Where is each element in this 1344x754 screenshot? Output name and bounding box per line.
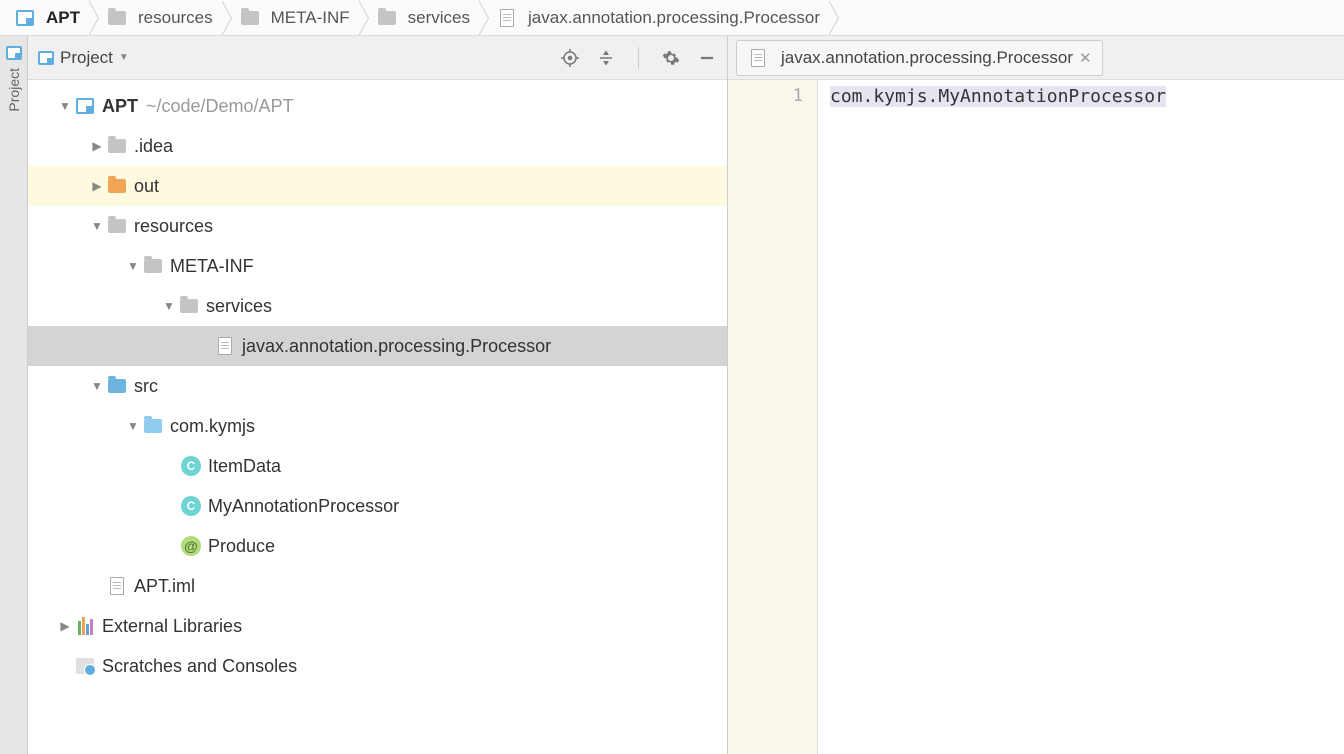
folder-icon [106, 135, 128, 157]
expand-arrow-icon[interactable]: ▼ [56, 99, 74, 113]
folder-icon [239, 7, 261, 29]
tree-label: Scratches and Consoles [102, 656, 297, 677]
expand-arrow-icon[interactable]: ▼ [160, 299, 178, 313]
package-icon [142, 415, 164, 437]
tree-item-class-processor[interactable]: C MyAnnotationProcessor [28, 486, 727, 526]
editor-body[interactable]: 1 com.kymjs.MyAnnotationProcessor [728, 80, 1344, 754]
tree-item-resources[interactable]: ▼ resources [28, 206, 727, 246]
tree-label: APT [102, 96, 138, 117]
collapse-all-icon[interactable] [596, 48, 616, 68]
divider [638, 47, 639, 69]
tree-label: APT.iml [134, 576, 195, 597]
breadcrumb-item[interactable]: resources [100, 0, 223, 35]
breadcrumb-label: APT [46, 8, 80, 28]
folder-icon [106, 175, 128, 197]
tree-label: javax.annotation.processing.Processor [242, 336, 551, 357]
editor-tab-label: javax.annotation.processing.Processor [781, 48, 1073, 68]
tree-label: resources [134, 216, 213, 237]
line-gutter: 1 [728, 80, 818, 754]
class-icon: C [180, 495, 202, 517]
tree-item-external-libs[interactable]: ▶ External Libraries [28, 606, 727, 646]
tree-label: com.kymjs [170, 416, 255, 437]
tree-label: META-INF [170, 256, 254, 277]
module-icon [14, 7, 36, 29]
tree-item-root[interactable]: ▼ APT ~/code/Demo/APT [28, 86, 727, 126]
module-icon [74, 95, 96, 117]
expand-arrow-icon[interactable]: ▼ [124, 419, 142, 433]
tree-item-annotation[interactable]: @ Produce [28, 526, 727, 566]
locate-icon[interactable] [560, 48, 580, 68]
code-content: com.kymjs.MyAnnotationProcessor [830, 86, 1166, 107]
breadcrumb-label: javax.annotation.processing.Processor [528, 8, 820, 28]
expand-arrow-icon[interactable]: ▼ [124, 259, 142, 273]
breadcrumb-label: resources [138, 8, 213, 28]
code-area[interactable]: com.kymjs.MyAnnotationProcessor [818, 80, 1344, 754]
line-number: 1 [728, 86, 803, 106]
scratches-icon [74, 655, 96, 677]
project-panel: Project ▼ ▼ [28, 36, 728, 754]
tree-item-scratches[interactable]: Scratches and Consoles [28, 646, 727, 686]
expand-arrow-icon[interactable]: ▶ [88, 139, 106, 153]
expand-arrow-icon[interactable]: ▼ [88, 219, 106, 233]
tree-label: Produce [208, 536, 275, 557]
tree-item-package[interactable]: ▼ com.kymjs [28, 406, 727, 446]
expand-arrow-icon[interactable]: ▶ [56, 619, 74, 633]
dropdown-icon[interactable]: ▼ [119, 52, 129, 63]
tree-item-class-itemdata[interactable]: C ItemData [28, 446, 727, 486]
file-icon [496, 7, 518, 29]
tree-item-metainf[interactable]: ▼ META-INF [28, 246, 727, 286]
tree-item-services[interactable]: ▼ services [28, 286, 727, 326]
folder-icon [106, 375, 128, 397]
folder-icon [142, 255, 164, 277]
tree-label: .idea [134, 136, 173, 157]
close-icon[interactable]: ✕ [1079, 49, 1092, 67]
project-badge-icon [38, 51, 54, 65]
folder-icon [376, 7, 398, 29]
folder-icon [178, 295, 200, 317]
annotation-icon: @ [180, 535, 202, 557]
breadcrumb-item[interactable]: META-INF [233, 0, 360, 35]
editor-tab[interactable]: javax.annotation.processing.Processor ✕ [736, 40, 1103, 76]
file-icon [214, 335, 236, 357]
tree-path: ~/code/Demo/APT [146, 96, 294, 117]
breadcrumb-item[interactable]: APT [8, 0, 90, 35]
breadcrumb-label: META-INF [271, 8, 350, 28]
file-icon [747, 47, 769, 69]
tree-item-processor-file[interactable]: javax.annotation.processing.Processor [28, 326, 727, 366]
tree-item-idea[interactable]: ▶ .idea [28, 126, 727, 166]
expand-arrow-icon[interactable]: ▼ [88, 379, 106, 393]
panel-title: Project [60, 48, 113, 68]
tool-window-stripe[interactable]: Project [0, 36, 28, 754]
breadcrumb-label: services [408, 8, 470, 28]
module-file-icon [106, 575, 128, 597]
tree-item-src[interactable]: ▼ src [28, 366, 727, 406]
libraries-icon [74, 615, 96, 637]
class-icon: C [180, 455, 202, 477]
tree-label: out [134, 176, 159, 197]
project-tree: ▼ APT ~/code/Demo/APT ▶ .idea ▶ out ▼ re… [28, 80, 727, 754]
breadcrumb-bar: APT resources META-INF services javax.an… [0, 0, 1344, 36]
tree-item-iml[interactable]: APT.iml [28, 566, 727, 606]
editor-tab-bar: javax.annotation.processing.Processor ✕ [728, 36, 1344, 80]
tree-label: src [134, 376, 158, 397]
panel-header: Project ▼ [28, 36, 727, 80]
folder-icon [106, 215, 128, 237]
tree-label: External Libraries [102, 616, 242, 637]
expand-arrow-icon[interactable]: ▶ [88, 179, 106, 193]
folder-icon [106, 7, 128, 29]
breadcrumb-item[interactable]: services [370, 0, 480, 35]
tree-label: services [206, 296, 272, 317]
main-area: Project Project ▼ [0, 36, 1344, 754]
editor-panel: javax.annotation.processing.Processor ✕ … [728, 36, 1344, 754]
tool-label: Project [6, 68, 22, 112]
project-badge-icon [6, 46, 22, 60]
tree-label: MyAnnotationProcessor [208, 496, 399, 517]
tree-item-out[interactable]: ▶ out [28, 166, 727, 206]
tree-label: ItemData [208, 456, 281, 477]
breadcrumb-item[interactable]: javax.annotation.processing.Processor [490, 0, 830, 35]
hide-icon[interactable] [697, 48, 717, 68]
gear-icon[interactable] [661, 48, 681, 68]
